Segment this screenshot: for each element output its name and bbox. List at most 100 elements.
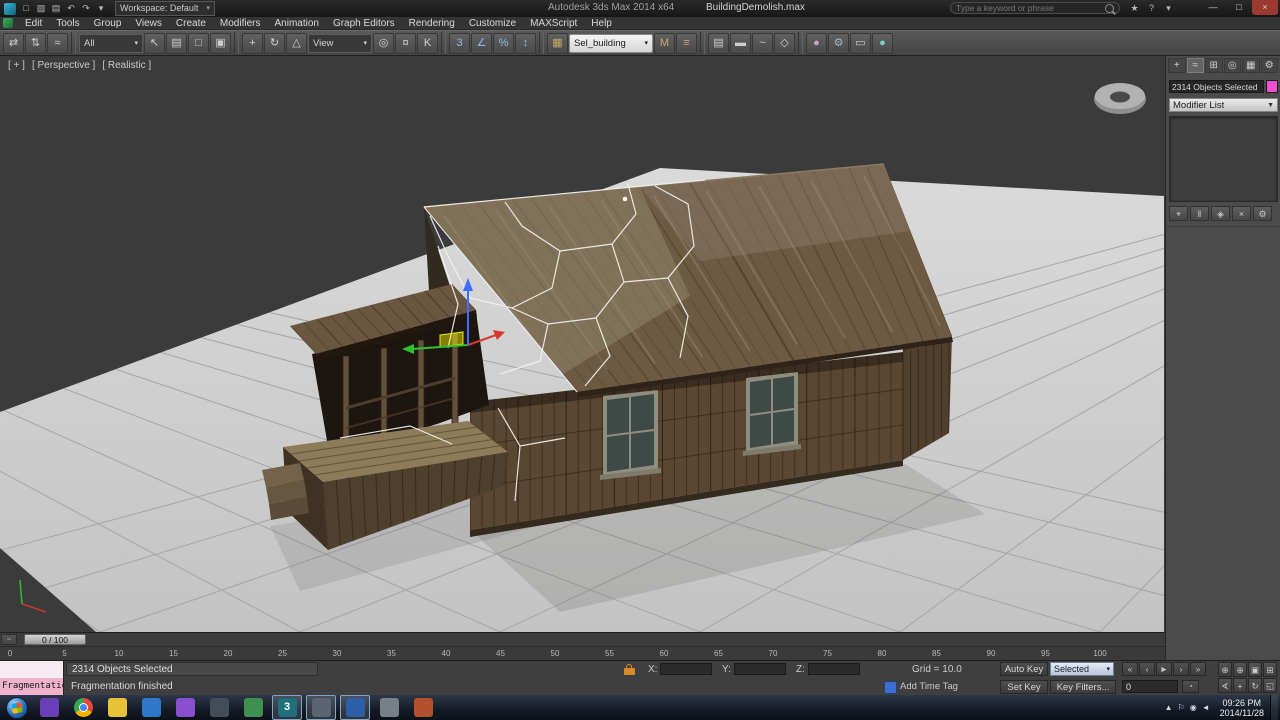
snaps-toggle-icon[interactable]: 3 bbox=[449, 32, 470, 54]
redo-button[interactable]: ↷ bbox=[79, 2, 93, 15]
keyboard-override-icon[interactable]: K bbox=[417, 32, 438, 54]
fov-button[interactable]: ∢ bbox=[1218, 678, 1232, 693]
window-crossing-icon[interactable]: ▣ bbox=[210, 32, 231, 54]
material-editor-icon[interactable]: ● bbox=[806, 32, 827, 54]
viewport-menu-general[interactable]: [ + ] bbox=[8, 60, 25, 71]
rectangular-selection-icon[interactable]: □ bbox=[188, 32, 209, 54]
zoom-button[interactable]: ⊕ bbox=[1218, 662, 1232, 677]
configure-modifier-sets-button[interactable]: ⚙ bbox=[1253, 206, 1272, 221]
taskbar-app-chrome[interactable] bbox=[68, 695, 98, 720]
key-mode-dropdown[interactable]: Selected ▾ bbox=[1050, 662, 1114, 676]
pin-stack-button[interactable]: ⌖ bbox=[1169, 206, 1188, 221]
remove-modifier-button[interactable]: × bbox=[1232, 206, 1251, 221]
tray-network-icon[interactable]: ◉ bbox=[1190, 703, 1197, 712]
ribbon-toggle-icon[interactable]: ▬ bbox=[730, 32, 751, 54]
tray-flag-icon[interactable]: ⚐ bbox=[1178, 703, 1185, 712]
percent-snap-icon[interactable]: % bbox=[493, 32, 514, 54]
close-button[interactable]: × bbox=[1252, 0, 1278, 15]
unlink-selection-icon[interactable]: ⇅ bbox=[25, 32, 46, 54]
select-and-move-icon[interactable]: + bbox=[242, 32, 263, 54]
open-file-button[interactable]: ▨ bbox=[34, 2, 48, 15]
use-pivot-center-icon[interactable]: ◎ bbox=[373, 32, 394, 54]
select-object-icon[interactable]: ↖ bbox=[144, 32, 165, 54]
workspace-dropdown[interactable]: Workspace: Default ▾ bbox=[115, 1, 215, 16]
align-icon[interactable]: ≡ bbox=[676, 32, 697, 54]
panel-tab-motion[interactable]: ◎ bbox=[1223, 58, 1241, 73]
viewport-canvas[interactable] bbox=[0, 56, 1165, 632]
auto-key-button[interactable]: Auto Key bbox=[1000, 662, 1048, 676]
menu-help[interactable]: Help bbox=[584, 17, 619, 30]
tray-volume-icon[interactable]: ◄ bbox=[1202, 703, 1210, 712]
mirror-icon[interactable]: M bbox=[654, 32, 675, 54]
bind-to-spacewarp-icon[interactable]: ≈ bbox=[47, 32, 68, 54]
reference-coordinate-dropdown[interactable]: View ▾ bbox=[308, 33, 372, 53]
taskbar-app-5[interactable] bbox=[170, 695, 200, 720]
select-and-rotate-icon[interactable]: ↻ bbox=[264, 32, 285, 54]
maxscript-macro-recorder[interactable]: Fragmentatio bbox=[0, 678, 64, 695]
menu-animation[interactable]: Animation bbox=[267, 17, 325, 30]
panel-tab-modify[interactable]: ≈ bbox=[1186, 58, 1204, 73]
qat-more-button[interactable]: ▾ bbox=[94, 2, 108, 15]
taskbar-app-11[interactable] bbox=[374, 695, 404, 720]
curve-editor-icon[interactable]: ~ bbox=[752, 32, 773, 54]
menu-customize[interactable]: Customize bbox=[462, 17, 523, 30]
minimize-button[interactable]: — bbox=[1200, 0, 1226, 15]
viewcube[interactable] bbox=[1094, 83, 1146, 114]
viewport-menu-shading[interactable]: [ Realistic ] bbox=[102, 60, 151, 71]
next-frame-button[interactable]: › bbox=[1173, 662, 1189, 676]
menu-modifiers[interactable]: Modifiers bbox=[213, 17, 268, 30]
taskbar-app-4[interactable] bbox=[136, 695, 166, 720]
z-coord-field[interactable] bbox=[808, 663, 860, 675]
taskbar-app-1[interactable] bbox=[34, 695, 64, 720]
orbit-button[interactable]: ↻ bbox=[1248, 678, 1262, 693]
edit-named-sets-icon[interactable]: ▦ bbox=[547, 32, 568, 54]
perspective-viewport[interactable]: [ + ] [ Perspective ] [ Realistic ] bbox=[0, 56, 1165, 632]
menu-rendering[interactable]: Rendering bbox=[402, 17, 462, 30]
mini-curve-editor-button[interactable]: ~ bbox=[1, 634, 17, 645]
house-window-1[interactable] bbox=[600, 390, 661, 480]
taskbar-app-explorer[interactable] bbox=[102, 695, 132, 720]
save-file-button[interactable]: ▤ bbox=[49, 2, 63, 15]
panel-tab-display[interactable]: ▦ bbox=[1242, 58, 1260, 73]
modifier-stack[interactable] bbox=[1169, 116, 1278, 202]
angle-snap-icon[interactable]: ∠ bbox=[471, 32, 492, 54]
y-coord-field[interactable] bbox=[734, 663, 786, 675]
maximize-viewport-button[interactable]: ◱ bbox=[1263, 678, 1277, 693]
app-logo-icon[interactable] bbox=[4, 2, 16, 15]
zoom-all-button[interactable]: ⊕ bbox=[1233, 662, 1247, 677]
add-time-tag-button[interactable]: Add Time Tag bbox=[900, 681, 958, 692]
panel-tab-create[interactable]: + bbox=[1168, 58, 1186, 73]
help-icon[interactable]: ? bbox=[1145, 1, 1158, 15]
panel-tab-hierarchy[interactable]: ⊞ bbox=[1205, 58, 1223, 73]
timeline-ruler[interactable]: 0 5 10 15 20 25 30 35 40 45 50 55 60 65 70 75 80 85 90 95 10… bbox=[0, 647, 1165, 661]
set-key-button[interactable]: Set Key bbox=[1000, 680, 1048, 694]
object-name-field[interactable]: 2314 Objects Selected bbox=[1169, 80, 1264, 93]
go-to-start-button[interactable]: « bbox=[1122, 662, 1138, 676]
named-selection-dropdown[interactable]: Sel_building ▾ bbox=[569, 33, 653, 53]
new-scene-button[interactable]: □ bbox=[19, 2, 33, 15]
tray-expand-icon[interactable]: ▲ bbox=[1165, 703, 1173, 712]
make-unique-button[interactable]: ◈ bbox=[1211, 206, 1230, 221]
start-button[interactable] bbox=[6, 696, 28, 719]
spinner-snap-icon[interactable]: ↕ bbox=[515, 32, 536, 54]
infocenter-search[interactable] bbox=[950, 2, 1120, 14]
menu-graph-editors[interactable]: Graph Editors bbox=[326, 17, 402, 30]
select-and-scale-icon[interactable]: △ bbox=[286, 32, 307, 54]
menu-maxscript[interactable]: MAXScript bbox=[523, 17, 584, 30]
maximize-button[interactable]: □ bbox=[1226, 0, 1252, 15]
x-coord-field[interactable] bbox=[660, 663, 712, 675]
zoom-extents-all-button[interactable]: ⊞ bbox=[1263, 662, 1277, 677]
panel-tab-utilities[interactable]: ⚙ bbox=[1260, 58, 1278, 73]
previous-frame-button[interactable]: ‹ bbox=[1139, 662, 1155, 676]
taskbar-clock[interactable]: 09:26 PM 2014/11/28 bbox=[1220, 698, 1264, 718]
rendered-frame-icon[interactable]: ▭ bbox=[850, 32, 871, 54]
selection-filter-dropdown[interactable]: All ▾ bbox=[79, 33, 143, 53]
maxscript-listener-strip[interactable] bbox=[0, 661, 64, 678]
menu-create[interactable]: Create bbox=[169, 17, 213, 30]
zoom-extents-button[interactable]: ▣ bbox=[1248, 662, 1262, 677]
menu-edit[interactable]: Edit bbox=[18, 17, 49, 30]
current-frame-field[interactable]: 0 bbox=[1122, 680, 1178, 693]
application-menu-icon[interactable] bbox=[3, 18, 13, 28]
taskbar-app-9[interactable] bbox=[306, 695, 336, 720]
play-button[interactable]: ► bbox=[1156, 662, 1172, 676]
